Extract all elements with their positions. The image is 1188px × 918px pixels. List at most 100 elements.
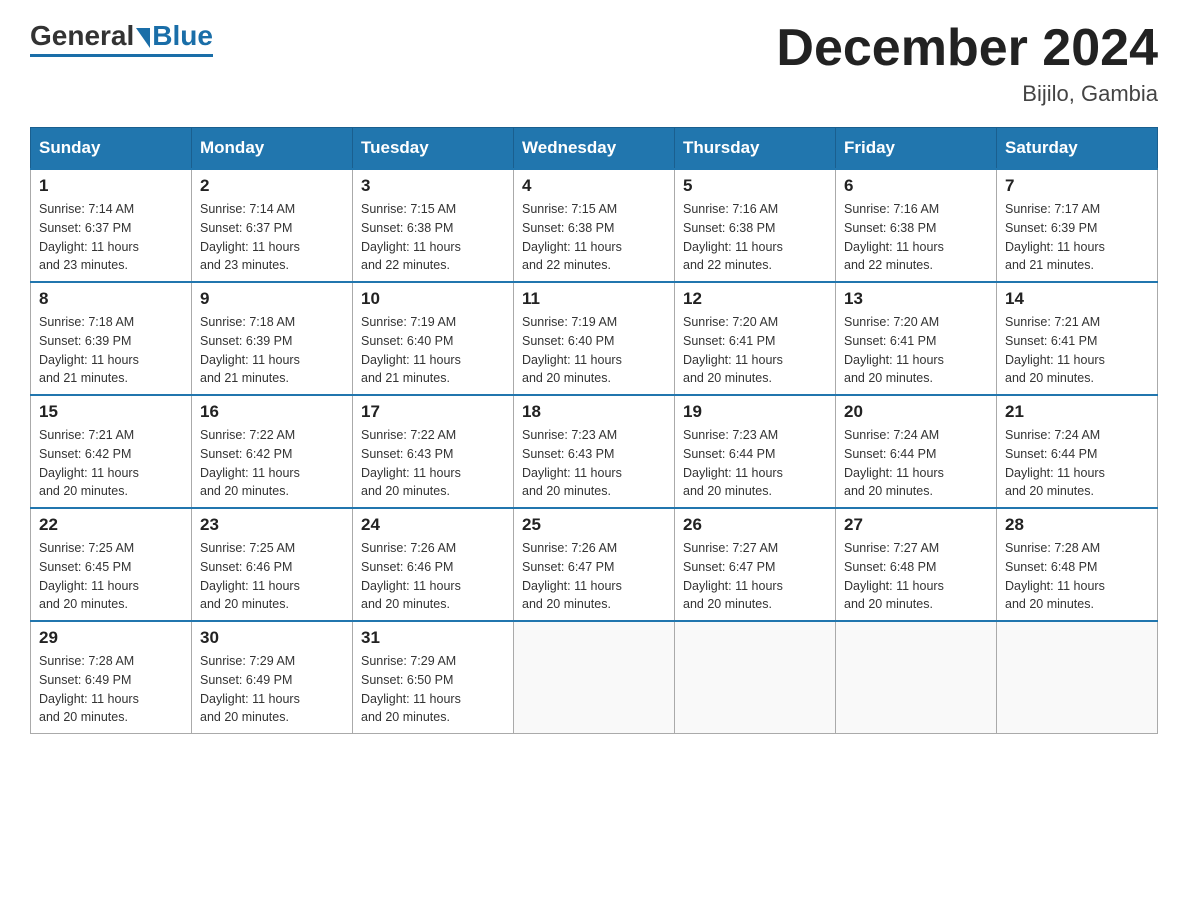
day-number: 16 <box>200 402 344 422</box>
day-info: Sunrise: 7:23 AMSunset: 6:44 PMDaylight:… <box>683 426 827 501</box>
calendar-cell: 4 Sunrise: 7:15 AMSunset: 6:38 PMDaylight… <box>514 169 675 282</box>
day-number: 27 <box>844 515 988 535</box>
calendar-cell: 10Sunrise: 7:19 AMSunset: 6:40 PMDayligh… <box>353 282 514 395</box>
title-section: December 2024 Bijilo, Gambia <box>776 20 1158 107</box>
day-number: 25 <box>522 515 666 535</box>
day-number: 2 <box>200 176 344 196</box>
calendar-cell: 26 Sunrise: 7:27 AMSunset: 6:47 PMDayligh… <box>675 508 836 621</box>
day-number: 12 <box>683 289 827 309</box>
page-header: General Blue December 2024 Bijilo, Gambi… <box>30 20 1158 107</box>
day-number: 19 <box>683 402 827 422</box>
calendar-table: SundayMondayTuesdayWednesdayThursdayFrid… <box>30 127 1158 734</box>
col-header-tuesday: Tuesday <box>353 128 514 170</box>
day-number: 14 <box>1005 289 1149 309</box>
day-info: Sunrise: 7:27 AMSunset: 6:47 PMDaylight:… <box>683 539 827 614</box>
calendar-cell: 2 Sunrise: 7:14 AMSunset: 6:37 PMDaylight… <box>192 169 353 282</box>
day-info: Sunrise: 7:26 AMSunset: 6:47 PMDaylight:… <box>522 539 666 614</box>
day-info: Sunrise: 7:24 AMSunset: 6:44 PMDaylight:… <box>1005 426 1149 501</box>
col-header-sunday: Sunday <box>31 128 192 170</box>
day-number: 26 <box>683 515 827 535</box>
calendar-cell: 31 Sunrise: 7:29 AMSunset: 6:50 PMDayligh… <box>353 621 514 734</box>
day-info: Sunrise: 7:14 AMSunset: 6:37 PMDaylight:… <box>39 200 183 275</box>
location-label: Bijilo, Gambia <box>776 81 1158 107</box>
calendar-cell: 3Sunrise: 7:15 AMSunset: 6:38 PMDaylight… <box>353 169 514 282</box>
day-info: Sunrise: 7:14 AMSunset: 6:37 PMDaylight:… <box>200 200 344 275</box>
calendar-cell: 24Sunrise: 7:26 AMSunset: 6:46 PMDayligh… <box>353 508 514 621</box>
calendar-cell: 27 Sunrise: 7:27 AMSunset: 6:48 PMDayligh… <box>836 508 997 621</box>
day-number: 1 <box>39 176 183 196</box>
col-header-friday: Friday <box>836 128 997 170</box>
day-info: Sunrise: 7:25 AMSunset: 6:46 PMDaylight:… <box>200 539 344 614</box>
day-info: Sunrise: 7:22 AMSunset: 6:42 PMDaylight:… <box>200 426 344 501</box>
week-row-2: 8 Sunrise: 7:18 AMSunset: 6:39 PMDaylight… <box>31 282 1158 395</box>
calendar-cell: 12 Sunrise: 7:20 AMSunset: 6:41 PMDayligh… <box>675 282 836 395</box>
day-info: Sunrise: 7:29 AMSunset: 6:50 PMDaylight:… <box>361 652 505 727</box>
day-info: Sunrise: 7:15 AMSunset: 6:38 PMDaylight:… <box>522 200 666 275</box>
calendar-header-row: SundayMondayTuesdayWednesdayThursdayFrid… <box>31 128 1158 170</box>
day-info: Sunrise: 7:19 AMSunset: 6:40 PMDaylight:… <box>522 313 666 388</box>
calendar-cell: 22 Sunrise: 7:25 AMSunset: 6:45 PMDayligh… <box>31 508 192 621</box>
day-number: 6 <box>844 176 988 196</box>
calendar-cell: 11 Sunrise: 7:19 AMSunset: 6:40 PMDayligh… <box>514 282 675 395</box>
calendar-cell: 15Sunrise: 7:21 AMSunset: 6:42 PMDayligh… <box>31 395 192 508</box>
logo-general-text: General <box>30 20 134 52</box>
day-number: 10 <box>361 289 505 309</box>
calendar-cell: 5 Sunrise: 7:16 AMSunset: 6:38 PMDaylight… <box>675 169 836 282</box>
calendar-cell <box>836 621 997 734</box>
logo-blue-text: Blue <box>152 20 213 52</box>
calendar-cell: 7 Sunrise: 7:17 AMSunset: 6:39 PMDaylight… <box>997 169 1158 282</box>
day-info: Sunrise: 7:20 AMSunset: 6:41 PMDaylight:… <box>683 313 827 388</box>
calendar-cell <box>514 621 675 734</box>
day-info: Sunrise: 7:16 AMSunset: 6:38 PMDaylight:… <box>844 200 988 275</box>
day-info: Sunrise: 7:17 AMSunset: 6:39 PMDaylight:… <box>1005 200 1149 275</box>
calendar-cell: 30 Sunrise: 7:29 AMSunset: 6:49 PMDayligh… <box>192 621 353 734</box>
day-number: 18 <box>522 402 666 422</box>
day-number: 7 <box>1005 176 1149 196</box>
calendar-cell: 17Sunrise: 7:22 AMSunset: 6:43 PMDayligh… <box>353 395 514 508</box>
col-header-monday: Monday <box>192 128 353 170</box>
calendar-cell: 6 Sunrise: 7:16 AMSunset: 6:38 PMDaylight… <box>836 169 997 282</box>
calendar-cell <box>675 621 836 734</box>
day-number: 13 <box>844 289 988 309</box>
calendar-cell: 9Sunrise: 7:18 AMSunset: 6:39 PMDaylight… <box>192 282 353 395</box>
day-info: Sunrise: 7:20 AMSunset: 6:41 PMDaylight:… <box>844 313 988 388</box>
calendar-cell: 13 Sunrise: 7:20 AMSunset: 6:41 PMDayligh… <box>836 282 997 395</box>
day-number: 17 <box>361 402 505 422</box>
logo-arrow-icon <box>136 28 150 48</box>
day-number: 22 <box>39 515 183 535</box>
col-header-wednesday: Wednesday <box>514 128 675 170</box>
calendar-cell: 25 Sunrise: 7:26 AMSunset: 6:47 PMDayligh… <box>514 508 675 621</box>
col-header-saturday: Saturday <box>997 128 1158 170</box>
day-number: 30 <box>200 628 344 648</box>
day-number: 29 <box>39 628 183 648</box>
col-header-thursday: Thursday <box>675 128 836 170</box>
month-title: December 2024 <box>776 20 1158 77</box>
calendar-cell: 21Sunrise: 7:24 AMSunset: 6:44 PMDayligh… <box>997 395 1158 508</box>
day-number: 31 <box>361 628 505 648</box>
calendar-cell: 1 Sunrise: 7:14 AMSunset: 6:37 PMDaylight… <box>31 169 192 282</box>
day-info: Sunrise: 7:16 AMSunset: 6:38 PMDaylight:… <box>683 200 827 275</box>
day-number: 4 <box>522 176 666 196</box>
day-info: Sunrise: 7:25 AMSunset: 6:45 PMDaylight:… <box>39 539 183 614</box>
calendar-cell: 18 Sunrise: 7:23 AMSunset: 6:43 PMDayligh… <box>514 395 675 508</box>
day-number: 8 <box>39 289 183 309</box>
calendar-cell: 16 Sunrise: 7:22 AMSunset: 6:42 PMDayligh… <box>192 395 353 508</box>
week-row-3: 15Sunrise: 7:21 AMSunset: 6:42 PMDayligh… <box>31 395 1158 508</box>
calendar-cell <box>997 621 1158 734</box>
logo-underline <box>30 54 213 57</box>
day-number: 5 <box>683 176 827 196</box>
day-info: Sunrise: 7:27 AMSunset: 6:48 PMDaylight:… <box>844 539 988 614</box>
day-info: Sunrise: 7:23 AMSunset: 6:43 PMDaylight:… <box>522 426 666 501</box>
day-number: 11 <box>522 289 666 309</box>
day-info: Sunrise: 7:24 AMSunset: 6:44 PMDaylight:… <box>844 426 988 501</box>
day-info: Sunrise: 7:21 AMSunset: 6:42 PMDaylight:… <box>39 426 183 501</box>
day-number: 24 <box>361 515 505 535</box>
calendar-cell: 19 Sunrise: 7:23 AMSunset: 6:44 PMDayligh… <box>675 395 836 508</box>
day-info: Sunrise: 7:28 AMSunset: 6:48 PMDaylight:… <box>1005 539 1149 614</box>
day-info: Sunrise: 7:28 AMSunset: 6:49 PMDaylight:… <box>39 652 183 727</box>
calendar-cell: 28 Sunrise: 7:28 AMSunset: 6:48 PMDayligh… <box>997 508 1158 621</box>
day-info: Sunrise: 7:18 AMSunset: 6:39 PMDaylight:… <box>39 313 183 388</box>
day-number: 9 <box>200 289 344 309</box>
day-info: Sunrise: 7:29 AMSunset: 6:49 PMDaylight:… <box>200 652 344 727</box>
day-number: 28 <box>1005 515 1149 535</box>
